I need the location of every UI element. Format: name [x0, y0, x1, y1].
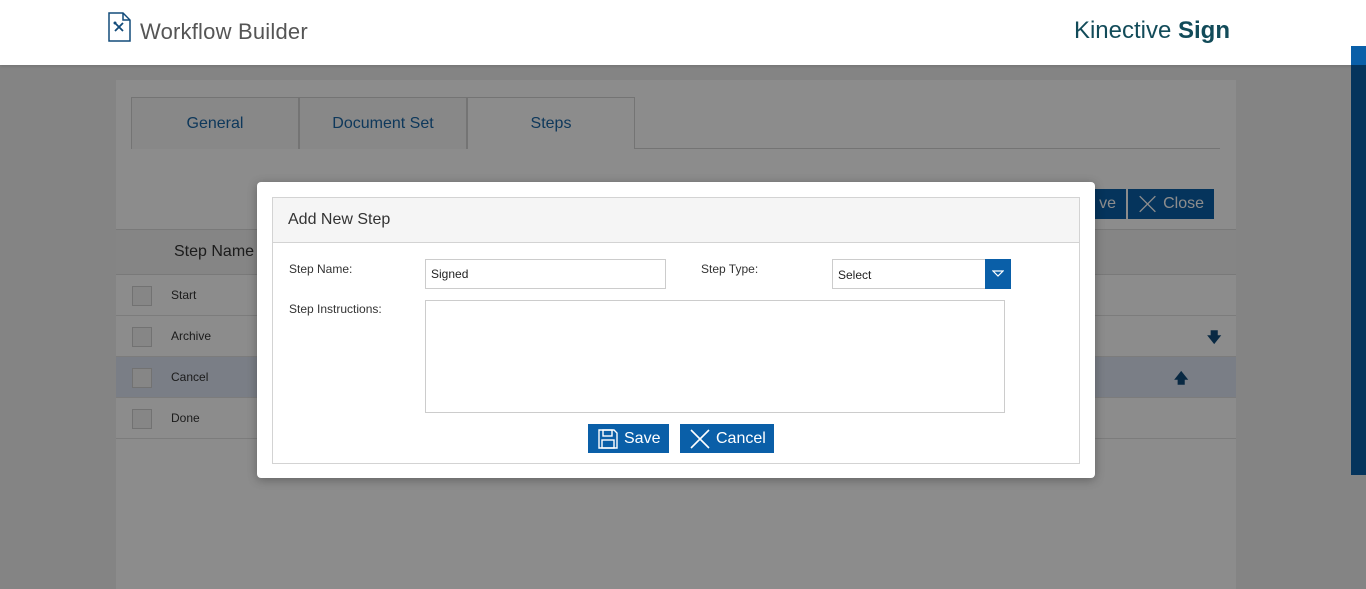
close-button[interactable]: Close — [1128, 189, 1214, 219]
row-checkbox[interactable] — [132, 327, 152, 347]
save-button-label: ve — [1099, 195, 1116, 212]
dialog-cancel-button[interactable]: Cancel — [680, 424, 774, 453]
tab-divider — [634, 148, 1220, 149]
step-name-input[interactable] — [425, 259, 666, 289]
step-type-select[interactable]: Select — [832, 259, 1011, 289]
tab-document-set[interactable]: Document Set — [299, 97, 467, 149]
add-step-dialog: Add New Step Step Name: Step Type: Selec… — [257, 182, 1095, 478]
brand-bold: Sign — [1178, 17, 1230, 44]
step-name-label: Step Name: — [289, 262, 353, 276]
brand-logo: Kinective Sign — [1074, 17, 1230, 45]
step-instructions-label: Step Instructions: — [289, 302, 382, 316]
app-header: Workflow Builder Kinective Sign — [0, 0, 1366, 65]
app-title: Workflow Builder — [140, 19, 308, 44]
dialog-save-label: Save — [624, 429, 661, 447]
dialog-title: Add New Step — [288, 211, 391, 228]
workflow-logo-icon — [108, 12, 131, 42]
dialog-panel: Add New Step Step Name: Step Type: Selec… — [272, 197, 1080, 464]
close-icon — [690, 428, 710, 449]
brand-regular: Kinective — [1073, 17, 1178, 44]
row-label: Done — [171, 411, 200, 425]
step-type-label: Step Type: — [701, 262, 759, 276]
close-button-label: Close — [1163, 195, 1204, 212]
row-checkbox[interactable] — [132, 368, 152, 388]
tab-steps[interactable]: Steps — [467, 97, 635, 149]
row-label: Archive — [171, 329, 212, 343]
dropdown-toggle[interactable] — [985, 259, 1011, 289]
row-checkbox[interactable] — [132, 409, 152, 429]
dialog-header: Add New Step — [273, 198, 1079, 243]
row-label: Cancel — [171, 370, 209, 384]
close-icon — [1139, 195, 1156, 213]
side-scrollbar[interactable] — [1351, 46, 1366, 475]
move-up-icon[interactable]: 🡅 — [1174, 368, 1188, 392]
row-label: Start — [171, 288, 197, 302]
dialog-cancel-label: Cancel — [716, 429, 766, 447]
tab-bar: General Document Set Steps — [131, 97, 635, 149]
chevron-down-icon — [992, 270, 1004, 277]
column-header-step-name: Step Name — [174, 243, 255, 260]
dialog-save-button[interactable]: Save — [588, 424, 669, 453]
row-checkbox[interactable] — [132, 286, 152, 306]
step-type-value: Select — [838, 268, 872, 282]
tab-general[interactable]: General — [131, 97, 299, 149]
move-down-icon[interactable]: 🡇 — [1207, 327, 1221, 351]
step-instructions-textarea[interactable] — [425, 300, 1005, 413]
floppy-disk-icon — [598, 428, 618, 449]
